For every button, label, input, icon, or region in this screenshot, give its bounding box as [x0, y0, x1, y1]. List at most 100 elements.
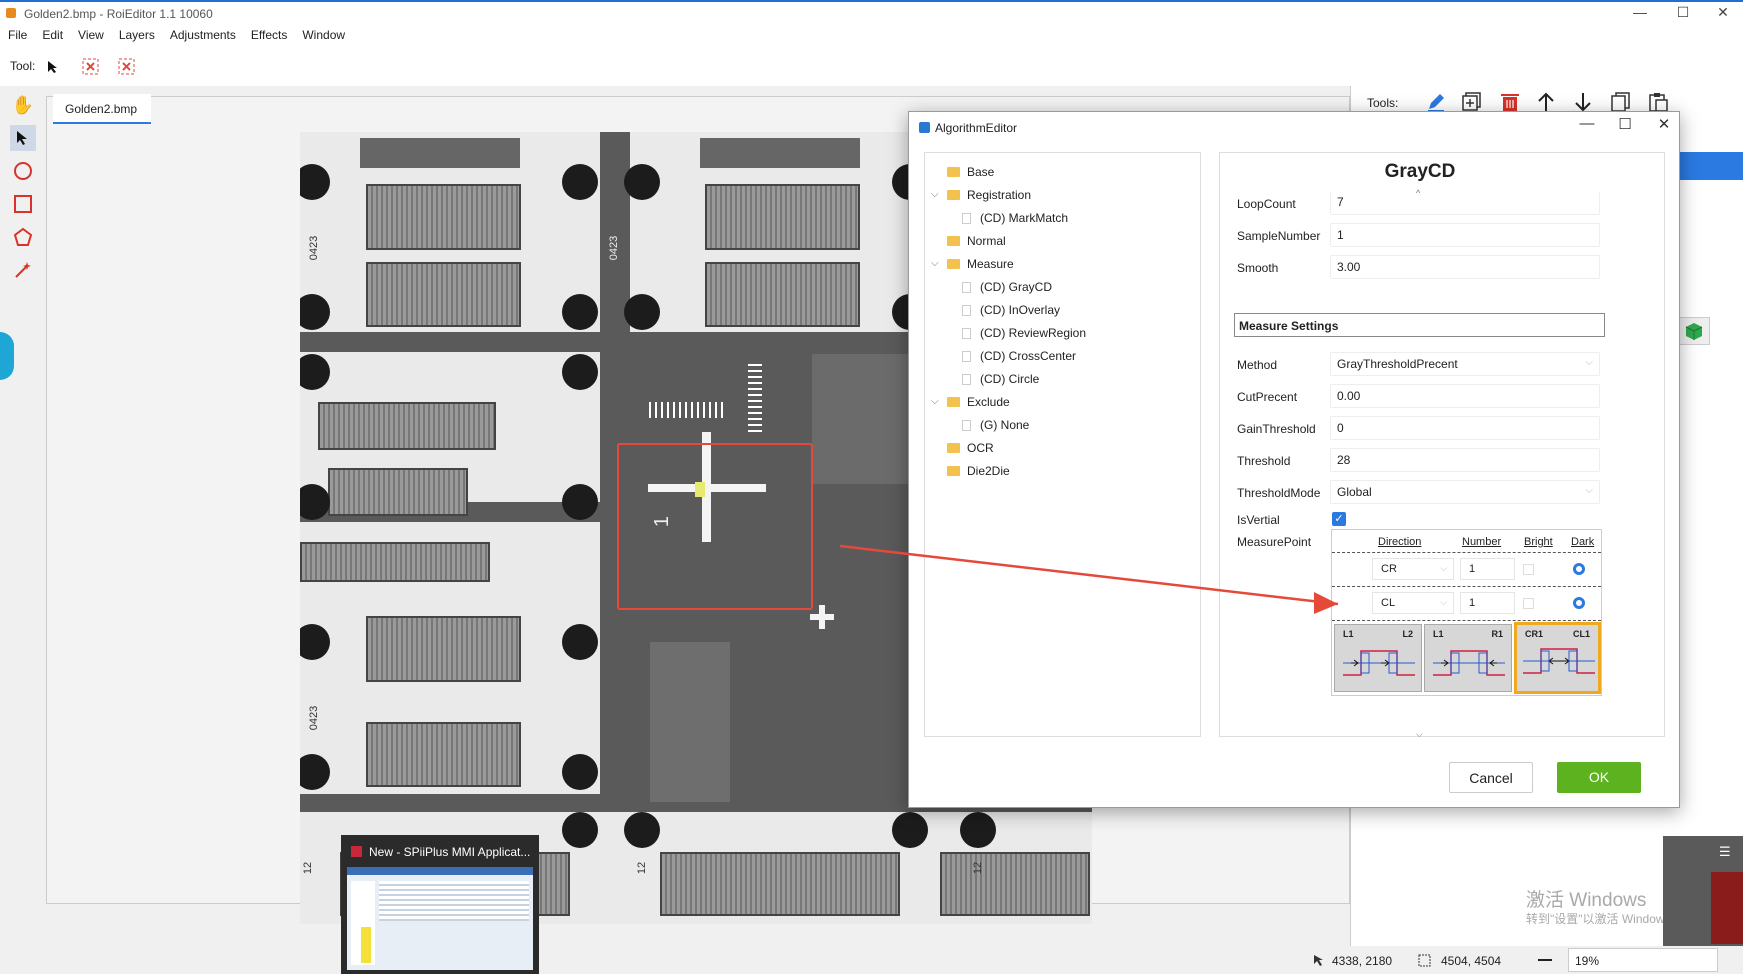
number-input[interactable]: 1: [1460, 592, 1515, 614]
thresholdmode-select[interactable]: Global ⌵: [1330, 480, 1600, 504]
tree-item-graycd[interactable]: (CD) GrayCD: [962, 280, 1052, 294]
menu-view[interactable]: View: [70, 24, 111, 42]
col-direction: Direction: [1378, 536, 1422, 548]
delete-selection-icon[interactable]: [82, 58, 100, 76]
direction-select[interactable]: CL ⌵: [1372, 592, 1454, 614]
pointer-icon[interactable]: [47, 60, 59, 74]
polygon-tool-icon[interactable]: [10, 224, 36, 250]
tree-item-label: (CD) CrossCenter: [980, 349, 1077, 363]
loopcount-input[interactable]: 7: [1330, 191, 1600, 215]
direction-select[interactable]: CR ⌵: [1372, 558, 1454, 580]
pattern-thumb-cr1-cl1[interactable]: CR1 CL1: [1514, 622, 1601, 694]
magic-wand-icon[interactable]: [10, 257, 36, 283]
bright-checkbox[interactable]: [1523, 598, 1534, 609]
cutprecent-input[interactable]: 0.00: [1330, 384, 1600, 408]
board-label: 12: [636, 861, 649, 875]
bright-checkbox[interactable]: [1523, 564, 1534, 575]
board-label: 12: [972, 861, 985, 875]
move-up-icon[interactable]: [1537, 92, 1555, 112]
roi-rectangle[interactable]: [617, 443, 813, 610]
tree-item-normal[interactable]: Normal: [947, 234, 1006, 248]
chevron-down-icon[interactable]: ⌵: [1416, 729, 1423, 740]
clear-all-icon[interactable]: [118, 58, 136, 76]
paste-icon[interactable]: [1648, 92, 1668, 112]
layer-cube-icon[interactable]: [1678, 317, 1710, 345]
menu-edit[interactable]: Edit: [34, 24, 70, 42]
menu-window[interactable]: Window: [294, 24, 352, 42]
pattern-thumb-l1-l2[interactable]: L1 L2: [1334, 624, 1422, 692]
menu-layers[interactable]: Layers: [111, 24, 162, 42]
tab-golden2[interactable]: Golden2.bmp: [53, 94, 151, 124]
direction-value: CR: [1381, 563, 1397, 575]
tree-item-die2die[interactable]: Die2Die: [947, 464, 1010, 478]
tree-item-measure[interactable]: Measure: [947, 257, 1014, 271]
zoom-out-button[interactable]: [1538, 959, 1552, 961]
move-down-icon[interactable]: [1574, 92, 1592, 112]
dialog-minimize-button[interactable]: —: [1572, 115, 1602, 132]
select-arrow-icon[interactable]: [10, 125, 36, 151]
tree-item-markmatch[interactable]: (CD) MarkMatch: [962, 211, 1068, 225]
copy-icon[interactable]: [1611, 92, 1631, 112]
table-row[interactable]: CR ⌵ 1: [1332, 552, 1601, 584]
tree-item-exclude[interactable]: Exclude: [947, 395, 1010, 409]
minimize-button[interactable]: —: [1625, 4, 1655, 20]
status-bar: 4338, 2180 4504, 4504 19%: [1300, 946, 1743, 974]
selected-layer-bar[interactable]: [1678, 152, 1743, 180]
tree-item-label: (CD) InOverlay: [980, 303, 1061, 317]
thumb-left-label: L1: [1343, 629, 1354, 639]
tree-item-none[interactable]: (G) None: [962, 418, 1029, 432]
maximize-button[interactable]: ☐: [1668, 4, 1698, 21]
close-button[interactable]: ✕: [1708, 4, 1738, 21]
board-label: 0423: [308, 705, 321, 731]
chevron-down-icon[interactable]: ⌵: [931, 258, 939, 269]
tree-item-ocr[interactable]: OCR: [947, 441, 994, 455]
pattern-thumb-l1-r1[interactable]: L1 R1: [1424, 624, 1512, 692]
folder-icon: [947, 167, 960, 177]
tree-item-base[interactable]: Base: [947, 165, 994, 179]
chevron-down-icon[interactable]: ⌵: [931, 189, 939, 200]
dialog-maximize-button[interactable]: ☐: [1610, 115, 1640, 133]
tree-item-label: Measure: [967, 257, 1014, 271]
file-icon: [962, 213, 971, 224]
method-select[interactable]: GrayThresholdPrecent ⌵: [1330, 352, 1600, 376]
chevron-down-icon[interactable]: ⌵: [931, 396, 939, 407]
isvertial-label: IsVertial: [1237, 513, 1280, 527]
tree-item-inoverlay[interactable]: (CD) InOverlay: [962, 303, 1060, 317]
tree-item-label: Exclude: [967, 395, 1010, 409]
number-input[interactable]: 1: [1460, 558, 1515, 580]
rectangle-tool-icon[interactable]: [10, 191, 36, 217]
dark-radio[interactable]: [1573, 597, 1585, 609]
zoom-input[interactable]: 19%: [1568, 948, 1718, 972]
dark-radio[interactable]: [1573, 563, 1585, 575]
menu-effects[interactable]: Effects: [243, 24, 294, 42]
tree-item-registration[interactable]: Registration: [947, 188, 1031, 202]
tree-item-reviewregion[interactable]: (CD) ReviewRegion: [962, 326, 1086, 340]
thresholdmode-value: Global: [1337, 485, 1372, 499]
properties-panel: GrayCD ^ LoopCount 7 SampleNumber 1 Smoo…: [1219, 152, 1665, 740]
ok-button[interactable]: OK: [1557, 762, 1641, 793]
taskbar-thumbnail[interactable]: New - SPiiPlus MMI Applicat...: [341, 835, 539, 974]
tree-item-crosscenter[interactable]: (CD) CrossCenter: [962, 349, 1076, 363]
threshold-input[interactable]: 28: [1330, 448, 1600, 472]
circle-tool-icon[interactable]: [10, 158, 36, 184]
edge-pattern-icon: [1343, 650, 1415, 676]
samplenumber-input[interactable]: 1: [1330, 223, 1600, 247]
cancel-button[interactable]: Cancel: [1449, 762, 1533, 793]
chevron-down-icon: ⌵: [1585, 357, 1593, 368]
isvertial-checkbox[interactable]: ✓: [1332, 512, 1346, 526]
side-window-preview[interactable]: ☰: [1663, 836, 1743, 946]
menu-adjustments[interactable]: Adjustments: [162, 24, 243, 42]
side-handle[interactable]: [0, 332, 14, 380]
delete-icon[interactable]: [1500, 92, 1520, 112]
tree-item-circle[interactable]: (CD) Circle: [962, 372, 1039, 386]
edit-pencil-icon[interactable]: [1426, 92, 1446, 112]
add-layer-icon[interactable]: [1462, 92, 1482, 112]
left-tool-strip: ✋: [0, 86, 46, 974]
menu-icon: ☰: [1719, 844, 1731, 859]
table-row[interactable]: CL ⌵ 1: [1332, 586, 1601, 618]
smooth-input[interactable]: 3.00: [1330, 255, 1600, 279]
dialog-close-button[interactable]: ✕: [1649, 115, 1679, 133]
hand-icon[interactable]: ✋: [10, 92, 36, 118]
gainthreshold-input[interactable]: 0: [1330, 416, 1600, 440]
menu-file[interactable]: File: [0, 24, 34, 42]
